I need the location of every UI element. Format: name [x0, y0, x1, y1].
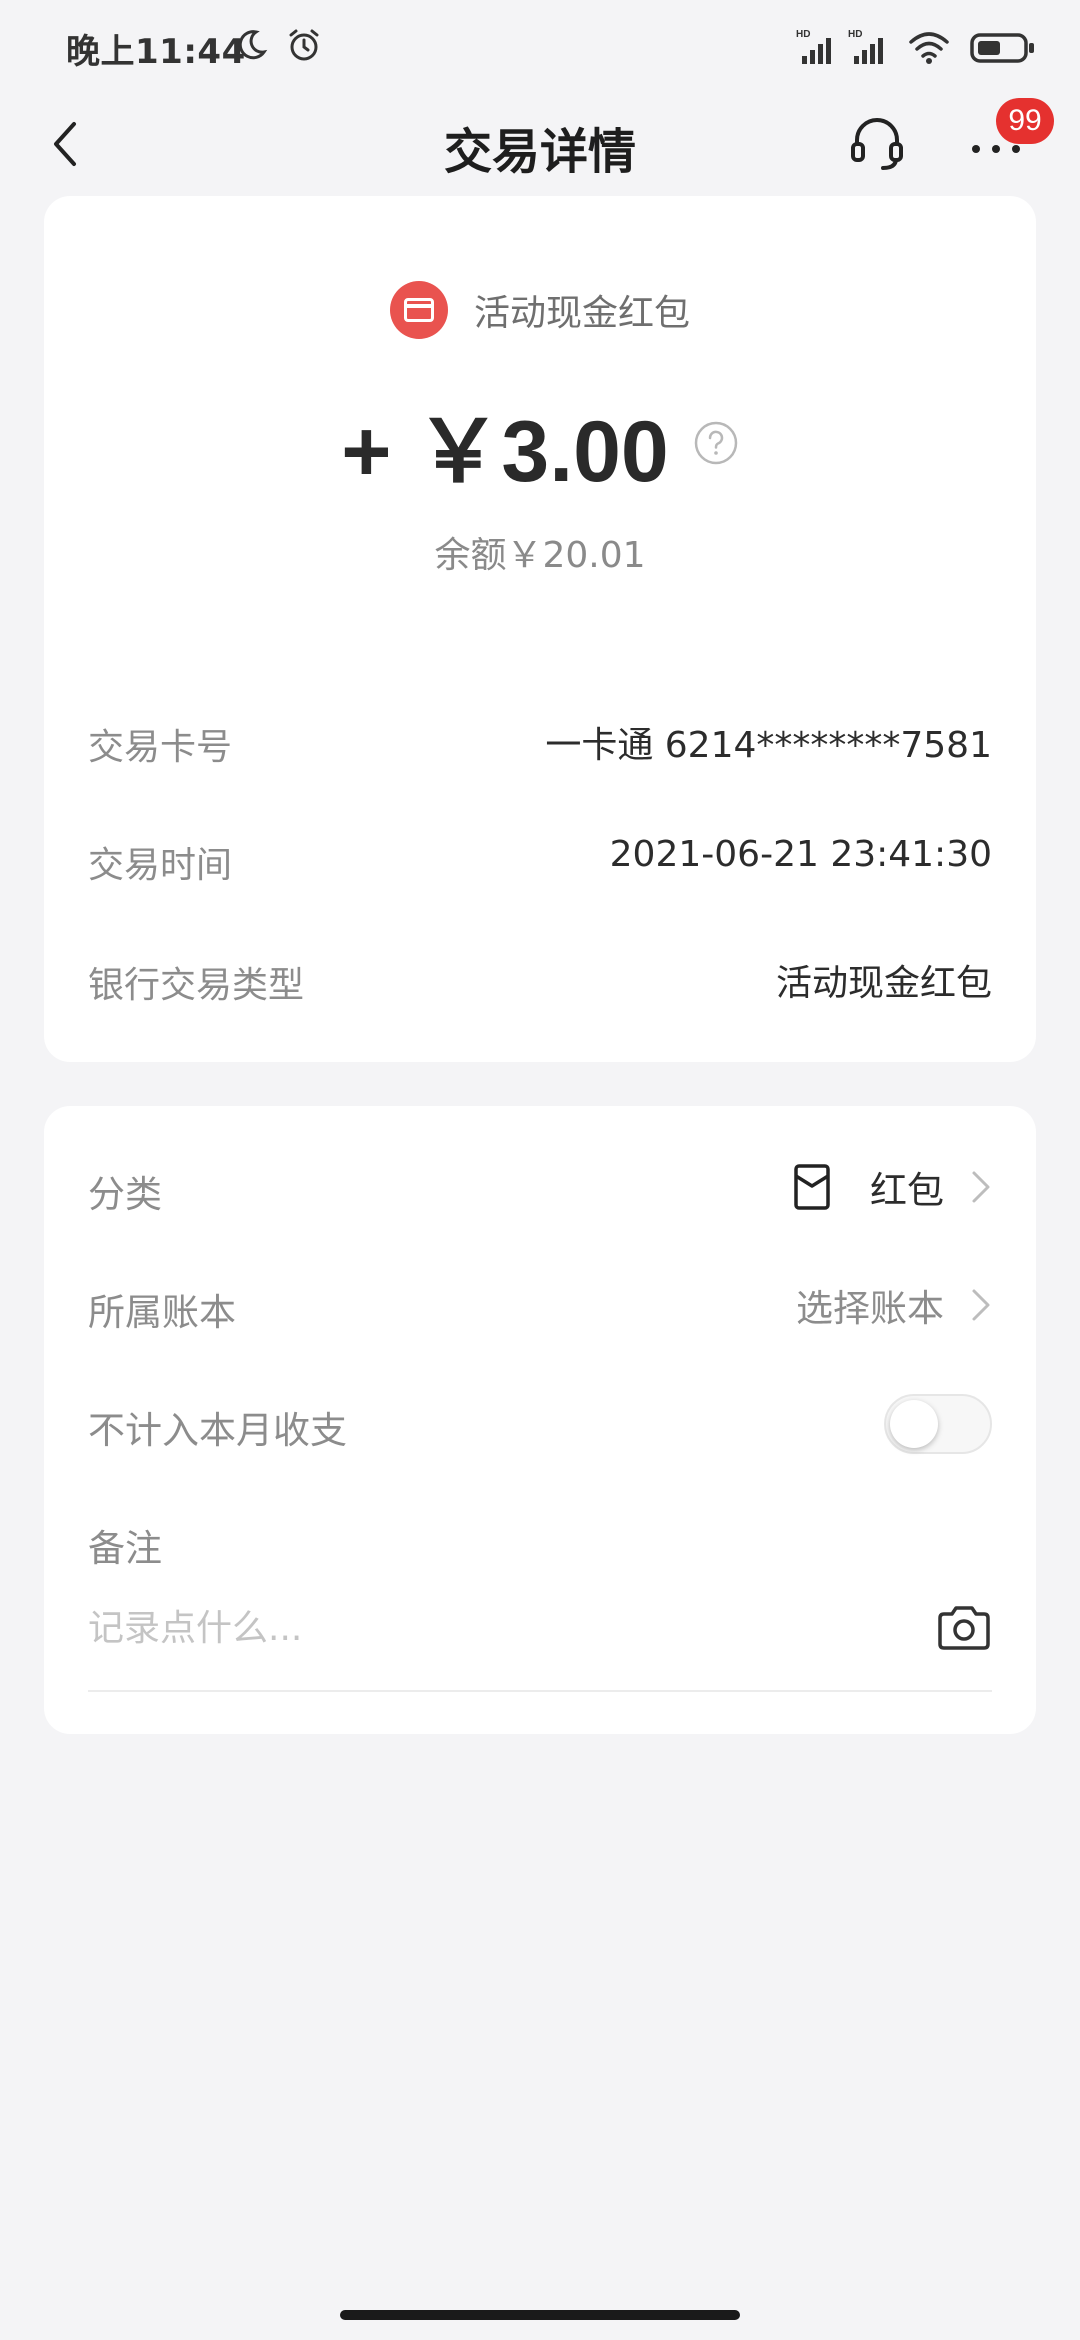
detail-value: 活动现金红包 [775, 963, 992, 1004]
transaction-card: 活动现金红包 + ￥3.00 余额￥20.01 交易卡号 一卡通 6214***… [44, 196, 1036, 1062]
home-indicator[interactable] [340, 2310, 740, 2320]
account-book-value: 选择账本 [796, 1287, 944, 1330]
card-stripe [403, 304, 434, 308]
memo-input[interactable] [88, 1600, 908, 1656]
memo-label: 备注 [88, 1527, 162, 1570]
status-time: 晚上11:44 [66, 32, 246, 72]
category-row[interactable]: 分类 红包 [88, 1152, 992, 1222]
account-book-row[interactable]: 所属账本 选择账本 [88, 1270, 992, 1340]
account-book-selector[interactable]: 选择账本 [796, 1270, 992, 1340]
svg-text:HD: HD [848, 29, 862, 40]
chevron-right-icon [972, 1171, 990, 1203]
camera-icon[interactable] [936, 1604, 992, 1652]
battery-icon [970, 33, 1034, 63]
transaction-amount: + ￥3.00 [341, 403, 669, 500]
red-envelope-icon [794, 1164, 830, 1210]
question-circle-icon[interactable] [693, 420, 739, 466]
more-button[interactable]: 99 [962, 98, 1054, 180]
category-label: 分类 [88, 1173, 162, 1216]
chevron-left-icon [54, 122, 76, 166]
exclude-from-monthly-label: 不计入本月收支 [88, 1409, 347, 1452]
alarm-icon [289, 29, 319, 61]
customer-service-button[interactable] [845, 110, 909, 174]
account-book-label: 所属账本 [88, 1291, 236, 1334]
detail-label: 银行交易类型 [88, 965, 305, 1006]
settings-card: 分类 红包 所属账本 选择账本 不计入本月收支 备注 [44, 1106, 1036, 1734]
status-right-icons: HD HD [796, 28, 1036, 68]
detail-value: 一卡通 6214********7581 [545, 725, 992, 766]
more-dots-icon [972, 145, 1020, 153]
category-value: 红包 [870, 1169, 944, 1212]
detail-label: 交易卡号 [88, 727, 233, 768]
exclude-from-monthly-row: 不计入本月收支 [88, 1388, 992, 1458]
back-button[interactable] [40, 114, 100, 174]
red-packet-card-icon [389, 281, 448, 339]
category-selector[interactable]: 红包 [794, 1152, 992, 1222]
detail-row-type: 银行交易类型 活动现金红包 [88, 948, 992, 1008]
detail-label: 交易时间 [88, 845, 233, 886]
toggle-knob [890, 1400, 938, 1448]
amount-row: + ￥3.00 [44, 388, 1036, 500]
detail-value: 2021-06-21 23:41:30 [609, 834, 992, 875]
exclude-from-monthly-toggle[interactable] [884, 1394, 992, 1454]
transaction-source: 活动现金红包 [44, 278, 1036, 342]
hd-signal-icon: HD [796, 29, 831, 64]
memo-divider [88, 1690, 992, 1692]
headset-icon [851, 118, 903, 170]
balance-text: 余额￥20.01 [434, 535, 646, 576]
notification-badge: 99 [996, 98, 1054, 144]
svg-text:HD: HD [796, 29, 810, 40]
page-title: 交易详情 [443, 124, 636, 180]
chevron-right-icon [972, 1289, 990, 1321]
status-bar: 晚上11:44 HD HD [0, 0, 1080, 96]
hd-signal-icon: HD [848, 29, 883, 64]
detail-row-time: 交易时间 2021-06-21 23:41:30 [88, 828, 992, 888]
moon-icon [238, 30, 268, 60]
detail-row-card-number: 交易卡号 一卡通 6214********7581 [88, 710, 992, 770]
card-shape [403, 298, 434, 322]
transaction-source-label: 活动现金红包 [473, 293, 690, 334]
wifi-icon [909, 32, 949, 64]
nav-bar: 交易详情 99 [0, 96, 1080, 192]
